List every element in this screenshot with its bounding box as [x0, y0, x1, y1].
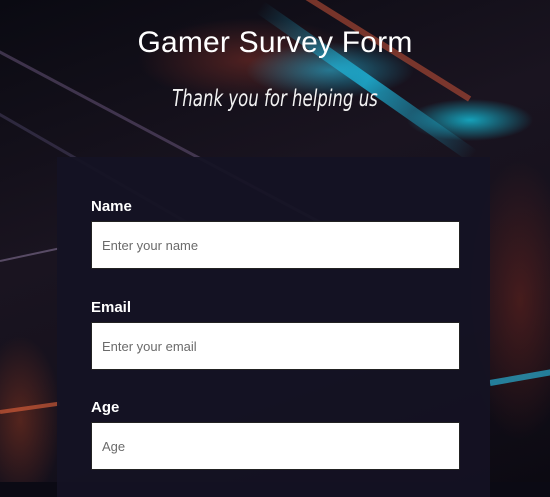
email-input[interactable] — [91, 322, 460, 370]
light-streak — [0, 247, 59, 262]
age-label: Age — [91, 399, 120, 416]
light-streak — [489, 366, 550, 386]
light-streak — [0, 401, 60, 414]
name-label: Name — [91, 198, 132, 215]
age-input[interactable] — [91, 422, 460, 470]
page-title: Gamer Survey Form — [137, 26, 413, 59]
name-input[interactable] — [91, 221, 460, 269]
email-label: Email — [91, 299, 132, 316]
page-subtitle: Thank you for helping us — [172, 86, 378, 112]
survey-form: Name Email Age — [57, 157, 490, 497]
